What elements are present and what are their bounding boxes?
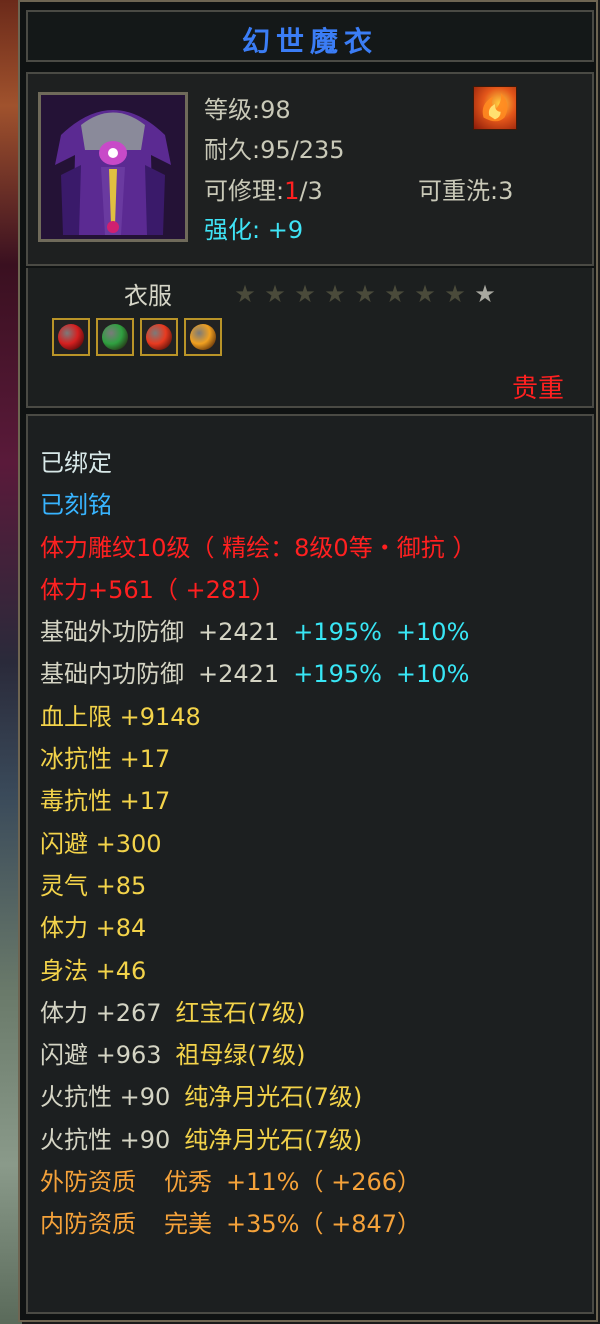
item-type-label: 衣服 (124, 282, 172, 310)
gem1-name: 红宝石(7级) (175, 998, 306, 1027)
ruby-gem-icon[interactable] (52, 318, 90, 356)
item-attributes-panel: 已绑定 已刻铭 体力雕纹10级（ 精绘：8级0等・御抗 ） 体力+561（ +2… (26, 414, 594, 1314)
inner-defense-attribute: 基础内功防御 +2421 +195% +10% (40, 653, 476, 695)
fire-element-icon (473, 86, 517, 130)
star-icon: ★ (414, 280, 436, 308)
star-icon: ★ (354, 280, 376, 308)
inner-defense-quality: 内防资质 完美 +35%（ +847） (40, 1203, 476, 1245)
repair-used: 1 (284, 177, 300, 205)
moonstone-gem-icon[interactable] (184, 318, 222, 356)
outer-quality-grade: 优秀 (164, 1168, 212, 1197)
inner-def-pct2: +10% (395, 660, 470, 689)
star-icon: ★ (384, 280, 406, 308)
outer-defense-quality: 外防资质 优秀 +11%（ +266） (40, 1161, 476, 1203)
gem-attribute-3: 火抗性 +90 纯净月光石(7级) (40, 1076, 476, 1118)
rarity-label: 贵重 (511, 374, 564, 404)
item-header-panel: 等级:98 耐久:95/235 可修理:1/3 可重洗:3 强化: +9 (26, 72, 594, 266)
inner-quality-value: +35%（ +847） (226, 1210, 421, 1239)
item-type-panel: 衣服 ★ ★ ★ ★ ★ ★ ★ ★ ★ 贵重 (26, 268, 594, 408)
armor-robe-icon (41, 95, 185, 239)
agility-attribute: 身法 +46 (40, 956, 147, 985)
gem4-stat: 火抗性 +90 (40, 1125, 171, 1154)
vitality-main-attribute: 体力+561（ +281） (40, 575, 276, 604)
item-level: 等级:98 (204, 96, 291, 124)
vitality-attribute: 体力 +84 (40, 914, 147, 943)
gem-attribute-1: 体力 +267 红宝石(7级) (40, 992, 476, 1034)
gem-attribute-4: 火抗性 +90 纯净月光石(7级) (40, 1119, 476, 1161)
item-title-bar: 幻世魔衣 (26, 10, 594, 62)
moonstone-gem-icon[interactable] (140, 318, 178, 356)
outer-def-label: 基础外功防御 (40, 618, 184, 647)
gem2-stat: 闪避 +963 (40, 1041, 162, 1070)
repair-total: /3 (299, 177, 323, 205)
emerald-gem-icon[interactable] (96, 318, 134, 356)
item-rewash-count: 可重洗:3 (418, 177, 514, 205)
inner-def-label: 基础内功防御 (40, 660, 184, 689)
gem2-name: 祖母绿(7级) (175, 1041, 306, 1070)
inner-def-value: +2421 (198, 660, 280, 689)
gem-slots (52, 318, 222, 356)
item-portrait-icon (38, 92, 188, 242)
star-icon: ★ (264, 280, 286, 308)
star-icon: ★ (474, 280, 496, 308)
item-name: 幻世魔衣 (241, 25, 378, 58)
hp-attribute: 血上限 +9148 (40, 702, 201, 731)
star-icon: ★ (324, 280, 346, 308)
item-durability: 耐久:95/235 (204, 136, 345, 164)
star-icon: ★ (234, 280, 256, 308)
outer-quality-value: +11%（ +266） (226, 1168, 421, 1197)
outer-def-value: +2421 (198, 618, 280, 647)
gem3-stat: 火抗性 +90 (40, 1083, 171, 1112)
repair-prefix: 可修理: (204, 177, 285, 205)
engraved-status: 已刻铭 (40, 491, 112, 520)
engrave-attribute: 体力雕纹10级（ 精绘：8级0等・御抗 ） (40, 533, 477, 562)
outer-def-pct1: +195% (293, 618, 382, 647)
quality-stars: ★ ★ ★ ★ ★ ★ ★ ★ ★ (232, 282, 498, 306)
spirit-attribute: 灵气 +85 (40, 871, 147, 900)
inner-quality-label: 内防资质 (40, 1210, 136, 1239)
star-icon: ★ (294, 280, 316, 308)
item-enhance-level: 强化: +9 (204, 216, 304, 244)
ice-resist-attribute: 冰抗性 +17 (40, 745, 171, 774)
poison-resist-attribute: 毒抗性 +17 (40, 787, 171, 816)
inner-def-pct1: +195% (293, 660, 382, 689)
gem3-name: 纯净月光石(7级) (184, 1083, 363, 1112)
gem1-stat: 体力 +267 (40, 998, 162, 1027)
gem4-name: 纯净月光石(7级) (184, 1125, 363, 1154)
star-icon: ★ (444, 280, 466, 308)
gem-attribute-2: 闪避 +963 祖母绿(7级) (40, 1034, 476, 1076)
outer-def-pct2: +10% (395, 618, 470, 647)
inner-quality-grade: 完美 (164, 1210, 212, 1239)
dodge-attribute: 闪避 +300 (40, 829, 162, 858)
outer-defense-attribute: 基础外功防御 +2421 +195% +10% (40, 611, 476, 653)
bound-status: 已绑定 (40, 449, 112, 477)
item-repair-count: 可修理:1/3 (204, 171, 323, 206)
outer-quality-label: 外防资质 (40, 1168, 136, 1197)
